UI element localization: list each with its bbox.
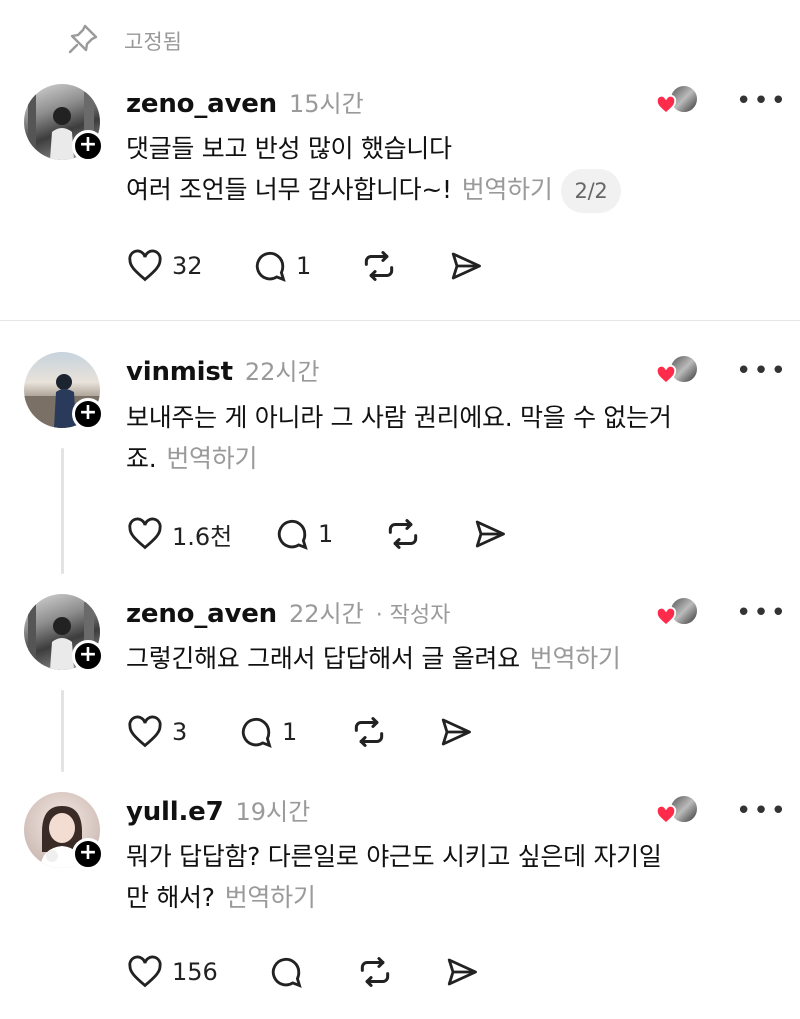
timestamp: 22시간 [244,358,320,386]
share-icon [475,520,505,548]
follow-plus-icon[interactable]: + [72,130,104,162]
username[interactable]: zeno_aven [126,89,277,119]
reply-count: 1 [318,520,334,548]
reply-button[interactable]: 1 [238,714,350,750]
action-bar: 32 1 [126,246,484,286]
action-bar: 156 [126,952,480,992]
repost-button[interactable] [356,953,444,991]
timestamp: 19시간 [235,798,311,826]
liked-by-indicator[interactable] [655,354,701,385]
heart-icon [128,955,162,988]
like-button[interactable]: 3 [126,713,238,751]
share-icon [441,718,471,746]
repost-icon [388,519,418,549]
share-icon [451,252,481,280]
more-icon[interactable]: ••• [736,88,788,114]
share-button[interactable] [448,248,484,284]
heart-icon [128,517,162,550]
post-line: 보내주는 게 아니라 그 사람 권리에요. 막을 수 없는거 [126,403,672,432]
post-text: 보내주는 게 아니라 그 사람 권리에요. 막을 수 없는거 죠. 번역하기 [126,397,776,479]
share-button[interactable] [444,954,480,990]
post-text: 그렇긴해요 그래서 답답해서 글 올려요 번역하기 [126,638,776,679]
repost-icon [360,957,390,987]
post-line: 여러 조언들 너무 감사합니다~! [126,175,452,204]
like-count: 32 [172,252,203,280]
username[interactable]: zeno_aven [126,599,277,629]
like-button[interactable]: 1.6천 [126,515,274,553]
heart-icon [655,804,677,825]
action-bar: 3 1 [126,712,474,752]
thread-line [61,448,64,574]
post-text: 뭐가 답답함? 다른일로 야근도 시키고 싶은데 자기일 만 해서? 번역하기 [126,836,776,918]
repost-icon [364,251,394,281]
heart-icon [655,94,677,115]
reply-button[interactable]: 1 [274,516,384,552]
heart-icon [128,249,162,282]
timestamp: 22시간 [288,600,364,628]
translate-link[interactable]: 번역하기 [225,883,316,912]
timestamp: 15시간 [288,90,364,118]
post-text: 댓글들 보고 반성 많이 했습니다 여러 조언들 너무 감사합니다~! 번역하기 2… [126,128,776,213]
action-bar: 1.6천 1 [126,514,508,554]
repost-icon [354,717,384,747]
translate-link[interactable]: 번역하기 [530,644,621,673]
share-icon [447,958,477,986]
heart-icon [128,715,162,748]
like-button[interactable]: 32 [126,247,252,285]
liked-by-indicator[interactable] [655,794,701,825]
more-icon[interactable]: ••• [736,358,788,384]
pin-icon [66,22,100,60]
thread-line [61,690,64,772]
username[interactable]: yull.e7 [126,797,224,827]
post-line: 죠. [126,444,157,473]
repost-button[interactable] [350,713,438,751]
reply-count: 1 [282,718,298,746]
divider [0,320,800,321]
page-indicator[interactable]: 2/2 [560,169,622,213]
username[interactable]: vinmist [126,357,233,387]
post-line: 댓글들 보고 반성 많이 했습니다 [126,134,452,163]
comment-icon [255,251,286,282]
like-count: 3 [172,718,188,746]
liked-by-indicator[interactable] [655,596,701,627]
like-count: 1.6천 [172,522,233,551]
pinned-indicator: 고정됨 [66,24,182,58]
comment-icon [241,717,272,748]
post-line: 만 해서? [126,883,215,912]
reply-button[interactable]: 1 [252,248,360,284]
repost-button[interactable] [360,247,448,285]
follow-plus-icon[interactable]: + [72,398,104,430]
post-line: 그렇긴해요 그래서 답답해서 글 올려요 [126,644,520,673]
more-icon[interactable]: ••• [736,798,788,824]
pinned-label: 고정됨 [124,30,182,54]
reply-count: 1 [296,252,312,280]
translate-link[interactable]: 번역하기 [462,175,553,204]
follow-plus-icon[interactable]: + [72,838,104,870]
comment-icon [271,957,302,988]
post-line: 뭐가 답답함? 다른일로 야근도 시키고 싶은데 자기일 [126,842,662,871]
more-icon[interactable]: ••• [736,600,788,626]
comment-icon [277,519,308,550]
like-button[interactable]: 156 [126,953,268,991]
share-button[interactable] [438,714,474,750]
translate-link[interactable]: 번역하기 [166,444,257,473]
liked-by-indicator[interactable] [655,84,701,115]
follow-plus-icon[interactable]: + [72,640,104,672]
heart-icon [655,606,677,627]
heart-icon [655,364,677,385]
like-count: 156 [172,958,218,986]
reply-button[interactable] [268,954,356,990]
repost-button[interactable] [384,515,472,553]
author-tag: · 작성자 [375,603,451,628]
share-button[interactable] [472,516,508,552]
